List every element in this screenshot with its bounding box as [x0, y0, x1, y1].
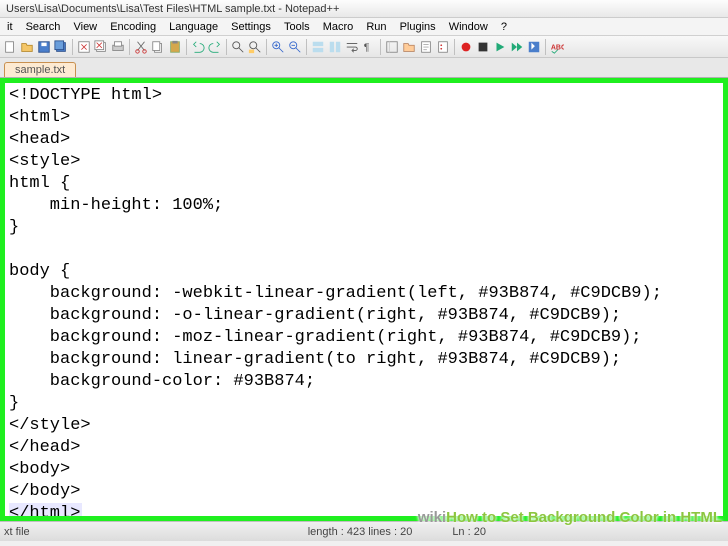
menu-run[interactable]: Run: [361, 21, 391, 33]
tab-bar: sample.txt: [0, 58, 728, 78]
record-icon[interactable]: [458, 39, 474, 55]
separator: [226, 39, 227, 55]
watermark-brand: wiki: [418, 509, 446, 526]
save-macro-icon[interactable]: [526, 39, 542, 55]
indent-guide-icon[interactable]: [384, 39, 400, 55]
open-file-icon[interactable]: [19, 39, 35, 55]
menu-bar[interactable]: it Search View Encoding Language Setting…: [0, 18, 728, 36]
watermark: wikiHow to Set Background Color in HTML: [418, 509, 722, 526]
status-filetype: xt file: [4, 526, 30, 538]
status-position: Ln : 20: [452, 526, 486, 538]
doc-map-icon[interactable]: [418, 39, 434, 55]
code-line: </body>: [9, 482, 80, 501]
title-text: Users\Lisa\Documents\Lisa\Test Files\HTM…: [6, 3, 339, 15]
sync-v-icon[interactable]: [310, 39, 326, 55]
code-line: background: linear-gradient(to right, #9…: [9, 350, 621, 369]
close-icon[interactable]: [76, 39, 92, 55]
code-line: background: -webkit-linear-gradient(left…: [9, 284, 662, 303]
new-file-icon[interactable]: [2, 39, 18, 55]
menu-settings[interactable]: Settings: [226, 21, 276, 33]
code-line: }: [9, 394, 19, 413]
save-icon[interactable]: [36, 39, 52, 55]
sync-h-icon[interactable]: [327, 39, 343, 55]
code-line-active: </html>: [9, 503, 82, 521]
separator: [129, 39, 130, 55]
code-line: <html>: [9, 108, 70, 127]
undo-icon[interactable]: [190, 39, 206, 55]
zoom-out-icon[interactable]: [287, 39, 303, 55]
code-line: </head>: [9, 438, 80, 457]
code-line: </style>: [9, 416, 91, 435]
code-line: background: -moz-linear-gradient(right, …: [9, 328, 642, 347]
separator: [306, 39, 307, 55]
tab-sample[interactable]: sample.txt: [4, 62, 76, 77]
menu-view[interactable]: View: [68, 21, 102, 33]
code-line: <style>: [9, 152, 80, 171]
copy-icon[interactable]: [150, 39, 166, 55]
separator: [266, 39, 267, 55]
code-line: background-color: #93B874;: [9, 372, 315, 391]
wrap-icon[interactable]: [344, 39, 360, 55]
func-list-icon[interactable]: [435, 39, 451, 55]
separator: [454, 39, 455, 55]
folder-icon[interactable]: [401, 39, 417, 55]
find-icon[interactable]: [230, 39, 246, 55]
hidden-chars-icon[interactable]: ¶: [361, 39, 377, 55]
toolbar: ¶ ABC: [0, 36, 728, 58]
code-line: html {: [9, 174, 70, 193]
code-line: }: [9, 218, 19, 237]
menu-tools[interactable]: Tools: [279, 21, 315, 33]
menu-language[interactable]: Language: [164, 21, 223, 33]
code-line: <body>: [9, 460, 70, 479]
watermark-title: How to Set Background Color in HTML: [446, 509, 722, 526]
code-line: body {: [9, 262, 70, 281]
separator: [186, 39, 187, 55]
redo-icon[interactable]: [207, 39, 223, 55]
separator: [545, 39, 546, 55]
code-line: <!DOCTYPE html>: [9, 86, 162, 105]
save-all-icon[interactable]: [53, 39, 69, 55]
window-titlebar: Users\Lisa\Documents\Lisa\Test Files\HTM…: [0, 0, 728, 18]
editor-area[interactable]: <!DOCTYPE html> <html> <head> <style> ht…: [0, 78, 728, 521]
paste-icon[interactable]: [167, 39, 183, 55]
menu-macro[interactable]: Macro: [318, 21, 359, 33]
zoom-in-icon[interactable]: [270, 39, 286, 55]
code-line: <head>: [9, 130, 70, 149]
menu-plugins[interactable]: Plugins: [395, 21, 441, 33]
menu-help[interactable]: ?: [496, 21, 512, 33]
separator: [380, 39, 381, 55]
menu-search[interactable]: Search: [21, 21, 66, 33]
cut-icon[interactable]: [133, 39, 149, 55]
replace-icon[interactable]: [247, 39, 263, 55]
code-line: background: -o-linear-gradient(right, #9…: [9, 306, 621, 325]
print-icon[interactable]: [110, 39, 126, 55]
menu-encoding[interactable]: Encoding: [105, 21, 161, 33]
play-multi-icon[interactable]: [509, 39, 525, 55]
close-all-icon[interactable]: [93, 39, 109, 55]
menu-window[interactable]: Window: [444, 21, 493, 33]
spellcheck-icon[interactable]: ABC: [549, 39, 565, 55]
code-line: min-height: 100%;: [9, 196, 223, 215]
stop-icon[interactable]: [475, 39, 491, 55]
menu-edit[interactable]: it: [2, 21, 18, 33]
status-length: length : 423 lines : 20: [308, 526, 413, 538]
play-icon[interactable]: [492, 39, 508, 55]
code-editor[interactable]: <!DOCTYPE html> <html> <head> <style> ht…: [5, 83, 723, 521]
svg-text:¶: ¶: [364, 41, 370, 53]
separator: [72, 39, 73, 55]
